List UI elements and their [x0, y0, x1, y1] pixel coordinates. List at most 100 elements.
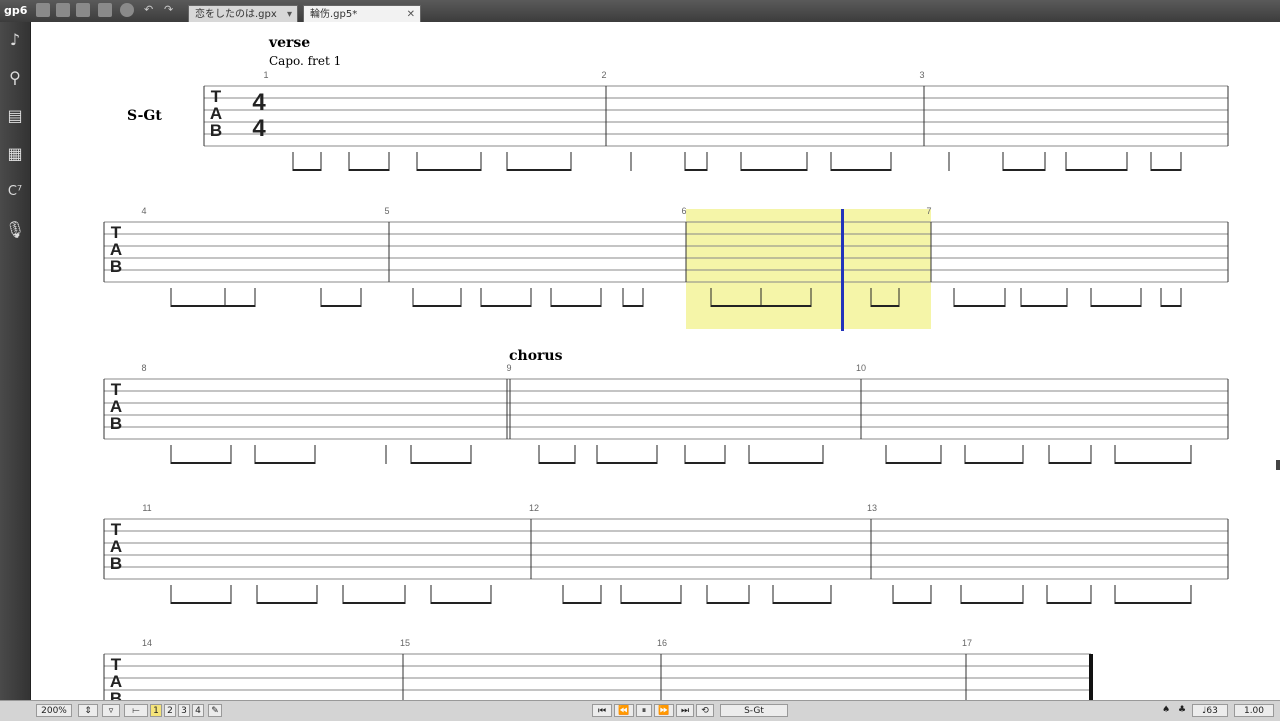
- undo-icon[interactable]: ↶: [144, 3, 158, 17]
- bar-number: 11: [142, 503, 151, 513]
- bar-number: 14: [142, 638, 152, 648]
- guitar-icon[interactable]: ⚲: [4, 66, 26, 90]
- new-file-icon[interactable]: [36, 3, 50, 17]
- close-icon[interactable]: ▾: [287, 6, 292, 23]
- tempo-field[interactable]: ♩63: [1192, 704, 1228, 717]
- tab-file-1-label: 恋をしたのは.gpx: [195, 9, 277, 20]
- top-toolbar: gp6 ↶ ↷ 恋をしたのは.gpx ▾ 輪伤.gp5* ✕: [0, 0, 1280, 23]
- final-bar-line: [1089, 654, 1093, 700]
- bar-number: 8: [141, 363, 146, 373]
- time-signature-numerator: 4: [252, 89, 266, 116]
- note-beam: [1115, 602, 1191, 604]
- note-beam: [831, 169, 891, 171]
- bar-number: 17: [962, 638, 972, 648]
- bar-number: 10: [856, 363, 866, 373]
- note-beam: [349, 169, 389, 171]
- note-beam: [563, 602, 601, 604]
- print-icon[interactable]: [98, 3, 112, 17]
- page-view-button[interactable]: ⇕: [78, 704, 98, 717]
- voice-4-button[interactable]: 4: [192, 704, 204, 717]
- fretboard-icon[interactable]: ▦: [4, 142, 26, 166]
- note-beam: [171, 305, 225, 307]
- speed-field[interactable]: 1.00: [1234, 704, 1274, 717]
- note-beam: [257, 602, 317, 604]
- selection-highlight: [686, 209, 931, 329]
- bar-number: 3: [919, 70, 924, 80]
- forward-button[interactable]: ⏩: [654, 704, 674, 717]
- bar-number: 12: [529, 503, 539, 513]
- note-beam: [1115, 462, 1191, 464]
- note-beam: [761, 305, 811, 307]
- note-beam: [1151, 169, 1181, 171]
- note-beam: [431, 602, 491, 604]
- redo-icon[interactable]: ↷: [164, 3, 178, 17]
- note-beam: [551, 305, 601, 307]
- save-icon[interactable]: [76, 3, 90, 17]
- note-beam: [225, 305, 255, 307]
- layout-button[interactable]: ⟝: [124, 704, 148, 717]
- tablature-svg: TAB1 2 344TAB4 5 6 7TAB8 9 10TAB11 12 13TAB14 15 16…: [103, 70, 1229, 700]
- bar-number: 7: [926, 206, 931, 216]
- note-beam: [685, 462, 725, 464]
- first-bar-button[interactable]: ⏮: [592, 704, 612, 717]
- score-view[interactable]: T A B 1 2 3 4 4 T A B 4 5 6 7 T A B 8 9 10 T A B 11 12 13 T A B 14 15 16…: [31, 22, 1280, 700]
- bar-number: 5: [384, 206, 389, 216]
- time-signature-denominator: 4: [252, 115, 266, 142]
- voice-1-button[interactable]: 1: [150, 704, 162, 717]
- microphone-icon[interactable]: 🎙: [4, 218, 26, 242]
- scrollbar-thumb[interactable]: [1276, 460, 1280, 470]
- loop-button[interactable]: ⟲: [696, 704, 714, 717]
- countin-icon[interactable]: ♣: [1176, 704, 1188, 717]
- note-beam: [685, 169, 707, 171]
- note-beam: [961, 602, 1023, 604]
- tab-clef-letter: B: [210, 121, 222, 140]
- note-beam: [707, 602, 749, 604]
- zoom-select[interactable]: 200%: [36, 704, 72, 717]
- open-file-icon[interactable]: [56, 3, 70, 17]
- note-beam: [507, 169, 571, 171]
- note-beam: [1161, 305, 1181, 307]
- app-logo: gp6: [4, 4, 28, 17]
- close-icon[interactable]: ✕: [407, 6, 415, 23]
- note-beam: [1047, 602, 1091, 604]
- metronome-icon[interactable]: ♠: [1160, 704, 1172, 717]
- tab-clef-letter: B: [110, 414, 122, 433]
- section-label-chorus: chorus: [509, 348, 563, 364]
- bar-number: 15: [400, 638, 410, 648]
- note-beam: [1049, 462, 1091, 464]
- tab-file-2[interactable]: 輪伤.gp5* ✕: [303, 5, 421, 22]
- note-beam: [749, 462, 823, 464]
- track-name-label: S-Gt: [127, 108, 162, 124]
- note-beam: [741, 169, 807, 171]
- note-beam: [1091, 305, 1141, 307]
- voice-3-button[interactable]: 3: [178, 704, 190, 717]
- last-bar-button[interactable]: ⏭: [676, 704, 694, 717]
- note-beam: [893, 602, 931, 604]
- capo-text: Capo. fret 1: [269, 54, 342, 68]
- pause-button[interactable]: ⏸: [636, 704, 652, 717]
- note-beam: [293, 169, 321, 171]
- note-beam: [711, 305, 761, 307]
- bar-number: 13: [867, 503, 877, 513]
- bar-number: 2: [601, 70, 606, 80]
- note-beam: [871, 305, 899, 307]
- left-panel-bar: ♪ ⚲ ▤ ▦ C⁷ 🎙: [0, 22, 31, 700]
- info-icon[interactable]: [120, 3, 134, 17]
- pen-icon[interactable]: ✎: [208, 704, 222, 717]
- note-beam: [1003, 169, 1045, 171]
- note-beam: [954, 305, 1005, 307]
- note-beam: [321, 305, 361, 307]
- rewind-button[interactable]: ⏪: [614, 704, 634, 717]
- multitrack-button[interactable]: ▿: [102, 704, 120, 717]
- chord-icon[interactable]: C⁷: [4, 180, 26, 204]
- mixer-icon[interactable]: ▤: [4, 104, 26, 128]
- section-label-verse: verse: [269, 35, 311, 51]
- track-select[interactable]: S-Gt: [720, 704, 788, 717]
- tab-file-1[interactable]: 恋をしたのは.gpx ▾: [188, 5, 298, 22]
- note-icon[interactable]: ♪: [4, 28, 26, 52]
- note-beam: [255, 462, 315, 464]
- note-beam: [965, 462, 1023, 464]
- tab-clef-letter: B: [110, 554, 122, 573]
- note-beam: [343, 602, 405, 604]
- voice-2-button[interactable]: 2: [164, 704, 176, 717]
